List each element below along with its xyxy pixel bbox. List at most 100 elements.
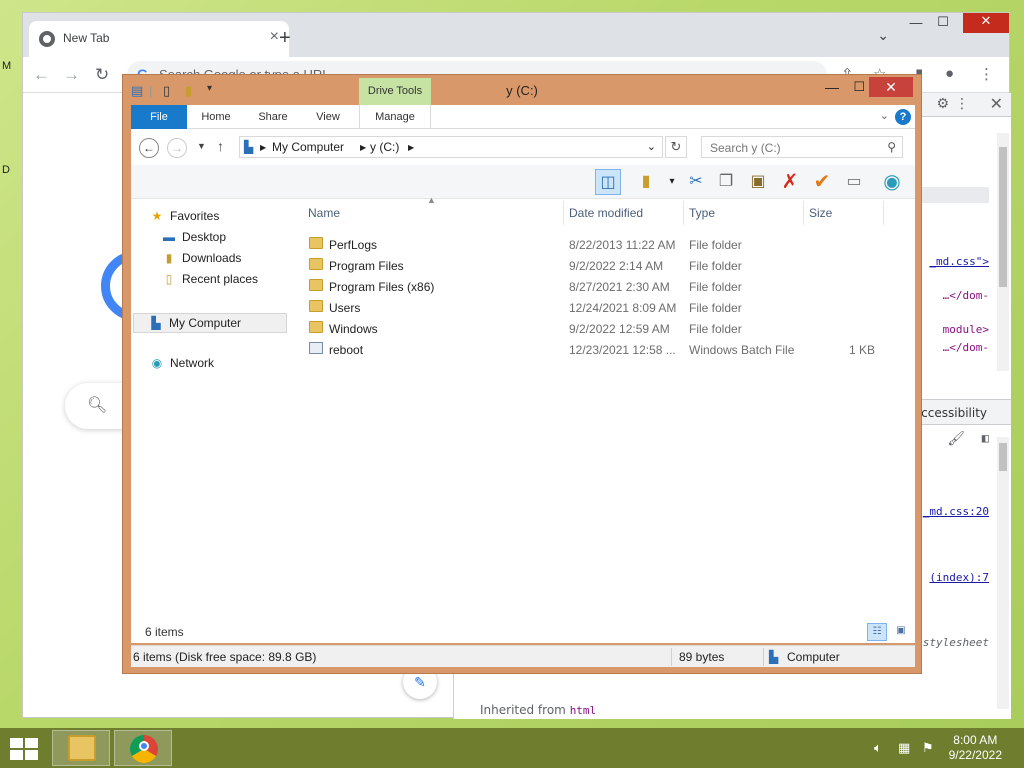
column-divider[interactable] [563, 201, 564, 225]
tab-manage[interactable]: Manage [359, 105, 431, 129]
column-divider[interactable] [683, 201, 684, 225]
devtools-scrollbar-bottom[interactable] [997, 437, 1009, 709]
tab-home[interactable]: Home [191, 105, 241, 129]
nav-desktop[interactable]: ▬ Desktop [161, 230, 226, 250]
desktop-icon: ▬ [163, 230, 175, 244]
file-row[interactable]: PerfLogs 8/22/2013 11:22 AM File folder [301, 235, 891, 256]
ribbon-tabs: File Home Share View Manage ⌄ ? [131, 105, 915, 129]
devtools-close-icon[interactable]: ✕ [990, 94, 1003, 113]
copy-icon[interactable]: ❐ [713, 169, 739, 195]
recent-locations-icon[interactable]: ▼ [197, 141, 206, 151]
breadcrumb-drive[interactable]: y (C:) [370, 140, 399, 154]
column-date-modified[interactable]: Date modified [569, 199, 643, 229]
scrollbar-thumb[interactable] [999, 443, 1007, 471]
nav-my-computer[interactable]: ▙ My Computer [133, 313, 287, 333]
devtools-scrollbar-top[interactable] [997, 133, 1009, 371]
column-size[interactable]: Size [809, 199, 832, 229]
rename-check-icon[interactable]: ✔ [809, 169, 835, 195]
nav-recent-places[interactable]: ▯ Recent places [161, 272, 258, 292]
file-row[interactable]: Windows 9/2/2022 12:59 AM File folder [301, 319, 891, 340]
profile-avatar-icon[interactable]: ● [945, 65, 954, 82]
clock-time: 8:00 AM [953, 733, 998, 747]
settings-gear-icon[interactable]: ⚙ [936, 96, 949, 112]
inherited-tag[interactable]: html [570, 704, 597, 717]
nav-downloads[interactable]: ▮ Downloads [161, 251, 242, 271]
tab-accessibility[interactable]: Accessibility [913, 406, 987, 420]
breadcrumb-chevron-icon[interactable]: ▶ [360, 143, 366, 152]
nav-favorites[interactable]: ★ Favorites [149, 209, 220, 229]
up-arrow-icon[interactable]: ↑ [217, 138, 224, 154]
help-icon[interactable]: ? [895, 109, 911, 125]
tab-file[interactable]: File [131, 105, 187, 129]
paint-brush-icon[interactable]: 🖌︎ [947, 431, 965, 447]
properties-icon[interactable]: ▭ [841, 169, 867, 195]
paste-clipboard-icon[interactable]: ▣ [745, 169, 771, 195]
taskbar-chrome[interactable] [114, 730, 172, 766]
network-globe-icon[interactable]: ◉ [879, 169, 905, 195]
reload-icon[interactable]: ↻ [95, 65, 109, 85]
folder-options-dropdown-icon[interactable]: ▾ [659, 169, 685, 195]
column-divider[interactable] [883, 201, 884, 225]
toggle-sidebar-icon[interactable]: ◧ [982, 431, 989, 445]
action-center-icon[interactable]: ⚑ [922, 740, 934, 756]
forward-button[interactable]: → [167, 138, 187, 158]
star-icon: ★ [151, 209, 163, 223]
tab-close-button[interactable]: × [270, 28, 279, 46]
chrome-icon-center [139, 741, 149, 751]
volume-muted-icon[interactable]: 🔈︎ [874, 740, 882, 756]
explorer-minimize-button[interactable]: — [825, 79, 839, 95]
column-type[interactable]: Type [689, 199, 715, 229]
tab-view[interactable]: View [305, 105, 351, 129]
tab-new-tab[interactable]: New Tab × [29, 21, 289, 57]
breadcrumb-chevron-icon[interactable]: ▶ [260, 143, 266, 152]
file-row[interactable]: Program Files (x86) 8/27/2021 2:30 AM File… [301, 277, 891, 298]
chrome-close-button[interactable]: ✕ [963, 13, 1009, 33]
nav-network[interactable]: ◉ Network [149, 356, 214, 376]
devtools-link[interactable]: _md.css"> [929, 255, 989, 268]
column-divider[interactable] [803, 201, 804, 225]
breadcrumb-my-computer[interactable]: My Computer [272, 140, 344, 154]
address-field[interactable]: ▙ ▶ My Computer ▶ y (C:) ▶ ⌄ [239, 136, 663, 158]
address-dropdown-icon[interactable]: ⌄ [647, 140, 656, 153]
cut-scissors-icon[interactable]: ✂ [683, 169, 709, 195]
breadcrumb-chevron-icon[interactable]: ▶ [408, 143, 414, 152]
file-row[interactable]: reboot 12/23/2021 12:58 ... Windows Batch … [301, 340, 891, 361]
taskbar-clock[interactable]: 8:00 AM 9/22/2022 [949, 733, 1002, 763]
forward-arrow-icon[interactable]: → [63, 65, 80, 85]
chrome-minimize-button[interactable]: — [903, 15, 929, 35]
tab-search-icon[interactable]: ⌄ [877, 27, 889, 44]
status-summary: 6 items (Disk free space: 89.8 GB) [133, 650, 317, 664]
menu-kebab-icon[interactable]: ⋮ [979, 65, 994, 83]
large-icons-view-icon[interactable]: ▣ [891, 623, 911, 641]
search-field[interactable]: Search y (C:) ⚲ [701, 136, 903, 158]
file-size: 1 KB [848, 343, 875, 357]
details-view-icon[interactable]: ☷ [867, 623, 887, 641]
file-row[interactable]: Program Files 9/2/2022 2:14 AM File folder [301, 256, 891, 277]
column-name[interactable]: Name [308, 199, 340, 229]
explorer-close-button[interactable]: ✕ [869, 77, 913, 97]
styles-source-link: (index):7 [929, 571, 989, 584]
back-arrow-icon[interactable]: ← [33, 65, 50, 85]
tab-share[interactable]: Share [249, 105, 297, 129]
explorer-content: ★ Favorites ▬ Desktop ▮ Downloads ▯ Recent p… [131, 195, 915, 641]
folder-options-icon[interactable]: ▮ [633, 169, 659, 195]
file-explorer-window: ▤ | ▯ ▮ ▾ Drive Tools y (C:) — ☐ ✕ File … [122, 74, 922, 674]
styles-link[interactable]: (index):7 [929, 571, 989, 584]
refresh-icon[interactable]: ↻ [665, 136, 687, 158]
taskbar-file-explorer[interactable] [52, 730, 110, 766]
new-tab-button[interactable]: + [279, 27, 291, 50]
ribbon-expand-icon[interactable]: ⌄ [880, 109, 889, 122]
file-name: Windows [329, 322, 378, 336]
explorer-maximize-button[interactable]: ☐ [853, 79, 865, 95]
delete-x-icon[interactable]: ✗ [777, 169, 803, 195]
chrome-maximize-button[interactable]: ☐ [931, 14, 955, 34]
file-type: File folder [689, 301, 742, 315]
devtools-more-icon[interactable]: ⋮ [955, 96, 969, 112]
network-tray-icon[interactable]: ▦ [898, 740, 910, 756]
file-row[interactable]: Users 12/24/2021 8:09 AM File folder [301, 298, 891, 319]
styles-link[interactable]: _md.css:20 [923, 505, 989, 518]
preview-pane-icon[interactable]: ◫ [595, 169, 621, 195]
start-windows-icon[interactable] [10, 738, 40, 760]
back-button[interactable]: ← [139, 138, 159, 158]
scrollbar-thumb[interactable] [999, 147, 1007, 287]
